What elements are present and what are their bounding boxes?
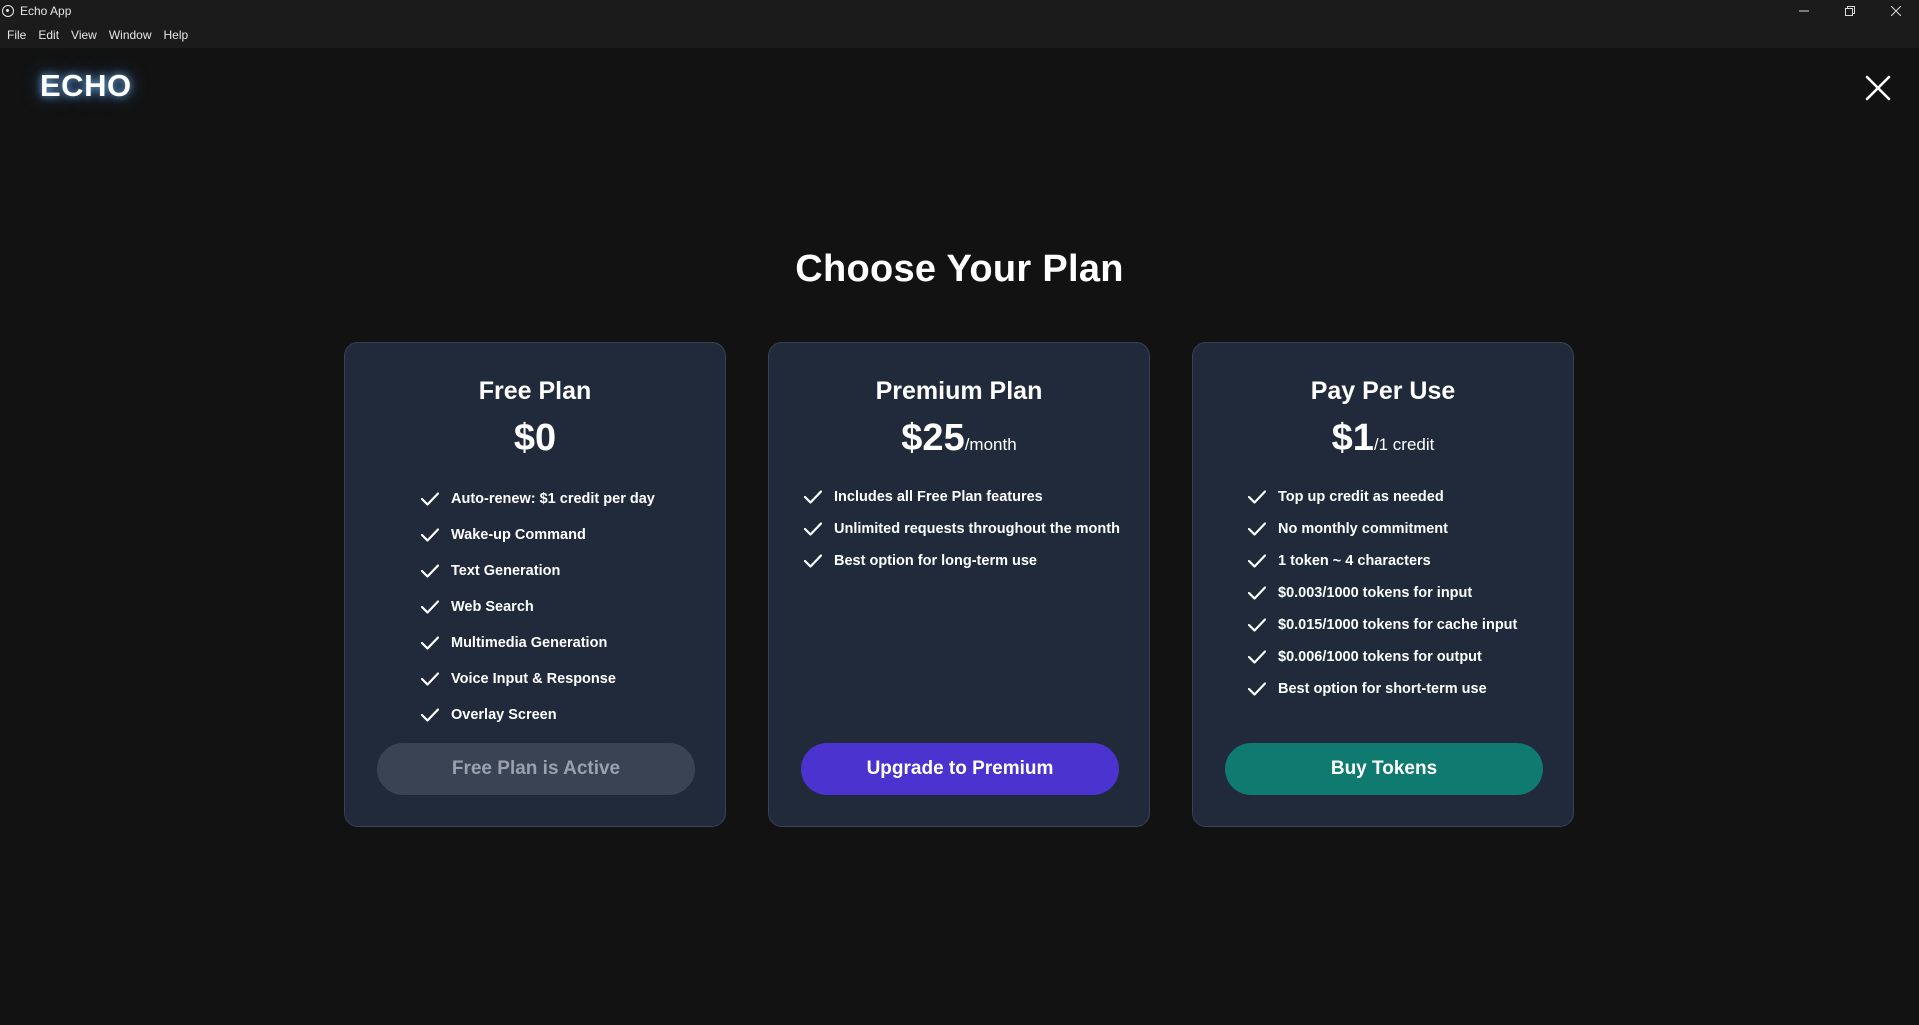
window-controls <box>1781 0 1919 22</box>
feature-text: Includes all Free Plan features <box>834 489 1043 505</box>
feature-text: $0.015/1000 tokens for cache input <box>1278 617 1518 633</box>
check-icon <box>420 708 440 722</box>
plan-name: Pay Per Use <box>1310 377 1456 405</box>
feature-text: Auto-renew: $1 credit per day <box>451 491 655 507</box>
restore-icon <box>1845 6 1855 16</box>
feature-text: $0.006/1000 tokens for output <box>1278 649 1482 665</box>
feature-item: $0.015/1000 tokens for cache input <box>1247 609 1517 641</box>
feature-list: Auto-renew: $1 credit per day Wake-up Co… <box>420 481 655 733</box>
check-icon <box>1247 586 1267 600</box>
check-icon <box>420 492 440 506</box>
feature-text: Text Generation <box>451 563 561 579</box>
feature-item: Best option for long-term use <box>803 545 1120 577</box>
price-unit: /1 credit <box>1373 435 1435 454</box>
check-icon <box>1247 522 1267 536</box>
feature-text: Voice Input & Response <box>451 671 616 687</box>
plan-price: $1/1 credit <box>1193 417 1573 460</box>
minimize-icon <box>1799 10 1809 12</box>
plan-name: Premium Plan <box>875 377 1043 405</box>
plan-name: Free Plan <box>478 377 592 405</box>
feature-item: $0.003/1000 tokens for input <box>1247 577 1517 609</box>
upgrade-to-premium-button[interactable]: Upgrade to Premium <box>801 743 1119 795</box>
check-icon <box>1247 554 1267 568</box>
check-icon <box>803 554 823 568</box>
page-title: Choose Your Plan <box>795 248 1124 290</box>
app-circle-icon <box>2 5 14 17</box>
feature-text: No monthly commitment <box>1278 521 1448 537</box>
feature-text: Unlimited requests throughout the month <box>834 521 1120 537</box>
feature-item: Web Search <box>420 589 655 625</box>
menu-edit[interactable]: Edit <box>32 28 65 42</box>
menu-window[interactable]: Window <box>103 28 158 42</box>
feature-item: 1 token ~ 4 characters <box>1247 545 1517 577</box>
plan-card-premium: Premium Plan $25/month Includes all Free… <box>768 342 1150 827</box>
feature-item: Overlay Screen <box>420 697 655 733</box>
check-icon <box>420 564 440 578</box>
feature-text: Best option for short-term use <box>1278 681 1487 697</box>
price-amount: $25 <box>901 417 965 459</box>
echo-logo: ECHO <box>40 68 132 103</box>
plan-card-free: Free Plan $0 Auto-renew: $1 credit per d… <box>344 342 726 827</box>
feature-text: Overlay Screen <box>451 707 557 723</box>
feature-item: Unlimited requests throughout the month <box>803 513 1120 545</box>
close-icon <box>1891 6 1901 16</box>
menu-help[interactable]: Help <box>158 28 195 42</box>
check-icon <box>803 490 823 504</box>
check-icon <box>1247 682 1267 696</box>
maximize-button[interactable] <box>1827 0 1873 22</box>
feature-item: Wake-up Command <box>420 517 655 553</box>
feature-text: Multimedia Generation <box>451 635 608 651</box>
price-unit: /month <box>964 435 1017 454</box>
window-close-button[interactable] <box>1873 0 1919 22</box>
check-icon <box>420 600 440 614</box>
plan-card-pay-per-use: Pay Per Use $1/1 credit Top up credit as… <box>1192 342 1574 827</box>
title-bar: Echo App <box>0 0 1919 22</box>
feature-item: Includes all Free Plan features <box>803 481 1120 513</box>
feature-item: Top up credit as needed <box>1247 481 1517 513</box>
menu-bar: File Edit View Window Help <box>0 22 1919 48</box>
check-icon <box>803 522 823 536</box>
feature-item: No monthly commitment <box>1247 513 1517 545</box>
check-icon <box>1247 490 1267 504</box>
free-plan-active-button[interactable]: Free Plan is Active <box>377 743 695 795</box>
check-icon <box>420 636 440 650</box>
feature-text: Wake-up Command <box>451 527 586 543</box>
check-icon <box>420 528 440 542</box>
feature-text: Best option for long-term use <box>834 553 1037 569</box>
feature-item: Text Generation <box>420 553 655 589</box>
price-amount: $1 <box>1331 417 1374 459</box>
plan-price: $0 <box>345 417 725 460</box>
buy-tokens-button[interactable]: Buy Tokens <box>1225 743 1543 795</box>
feature-text: $0.003/1000 tokens for input <box>1278 585 1473 601</box>
feature-item: $0.006/1000 tokens for output <box>1247 641 1517 673</box>
feature-text: 1 token ~ 4 characters <box>1278 553 1431 569</box>
price-amount: $0 <box>513 417 557 459</box>
menu-file[interactable]: File <box>0 28 32 42</box>
feature-item: Multimedia Generation <box>420 625 655 661</box>
plan-price: $25/month <box>769 417 1149 460</box>
check-icon <box>1247 618 1267 632</box>
menu-view[interactable]: View <box>65 28 103 42</box>
check-icon <box>1247 650 1267 664</box>
feature-item: Voice Input & Response <box>420 661 655 697</box>
feature-item: Auto-renew: $1 credit per day <box>420 481 655 517</box>
feature-item: Best option for short-term use <box>1247 673 1517 705</box>
feature-text: Top up credit as needed <box>1278 489 1444 505</box>
feature-list: Top up credit as needed No monthly commi… <box>1247 481 1517 705</box>
close-icon[interactable] <box>1864 74 1892 102</box>
feature-text: Web Search <box>451 599 534 615</box>
check-icon <box>420 672 440 686</box>
minimize-button[interactable] <box>1781 0 1827 22</box>
feature-list: Includes all Free Plan features Unlimite… <box>803 481 1120 577</box>
window-title: Echo App <box>20 4 72 18</box>
